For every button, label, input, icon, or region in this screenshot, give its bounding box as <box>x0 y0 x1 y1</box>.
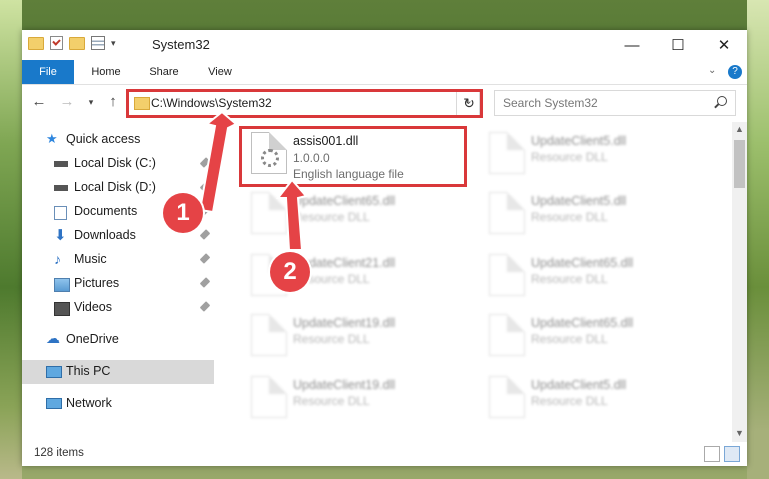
step-marker-2: 2 <box>270 252 310 292</box>
step-marker-1: 1 <box>163 193 203 233</box>
arrow-1 <box>198 110 238 214</box>
annotation-arrows <box>198 110 308 251</box>
arrow-2 <box>275 178 308 251</box>
